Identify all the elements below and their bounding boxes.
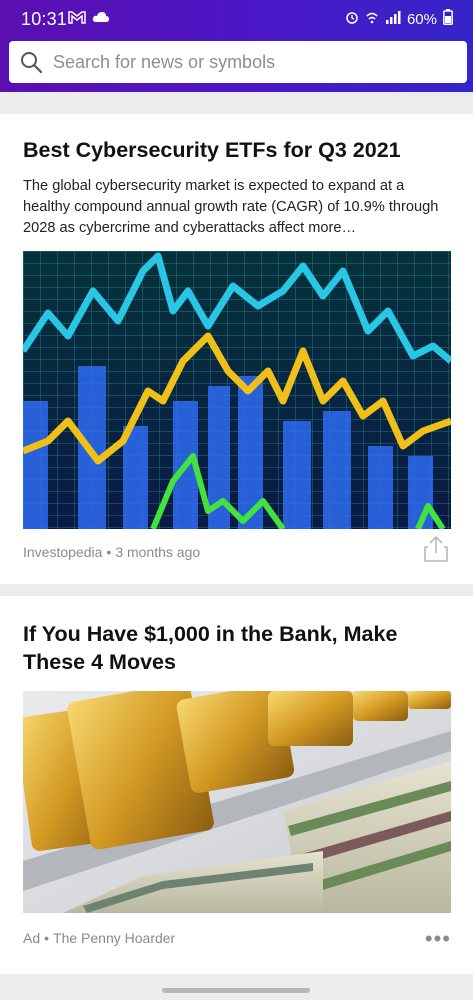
ad-source: The Penny Hoarder	[53, 930, 176, 946]
meta-separator: •	[44, 930, 50, 946]
meta-separator: •	[106, 544, 112, 560]
feed-top-gap	[0, 92, 473, 114]
more-options-icon[interactable]: •••	[425, 928, 451, 950]
article-time: 3 months ago	[115, 544, 201, 560]
search-icon	[21, 52, 43, 74]
search-input[interactable]: Search for news or symbols	[53, 52, 275, 73]
article-thumbnail[interactable]	[23, 251, 451, 529]
article-source: Investopedia	[23, 544, 103, 560]
status-time: 10:31	[21, 9, 68, 29]
gmail-icon	[68, 10, 86, 29]
battery-icon	[443, 9, 453, 29]
ad-meta: Ad • The Penny Hoarder	[23, 930, 175, 946]
ad-card[interactable]: If You Have $1,000 in the Bank, Make The…	[0, 596, 473, 974]
cloud-icon	[92, 10, 110, 29]
ad-thumbnail[interactable]	[23, 691, 451, 913]
article-meta: Investopedia • 3 months ago	[23, 544, 200, 560]
signal-icon	[385, 10, 401, 28]
system-nav-bar	[0, 974, 473, 1000]
article-summary[interactable]: The global cybersecurity market is expec…	[23, 176, 451, 239]
alarm-icon	[345, 10, 359, 28]
app-header: 10:31 60% Search for news or symbols	[0, 0, 473, 92]
home-gesture-handle[interactable]	[162, 988, 310, 993]
news-card[interactable]: Best Cybersecurity ETFs for Q3 2021 The …	[0, 114, 473, 584]
ad-title[interactable]: If You Have $1,000 in the Bank, Make The…	[23, 620, 451, 676]
wifi-icon	[365, 10, 379, 28]
ad-label: Ad	[23, 930, 41, 946]
search-bar[interactable]: Search for news or symbols	[9, 41, 467, 83]
status-bar: 10:31 60%	[0, 0, 473, 38]
battery-percent: 60%	[406, 10, 437, 28]
share-icon[interactable]	[423, 535, 449, 563]
article-title[interactable]: Best Cybersecurity ETFs for Q3 2021	[23, 136, 451, 164]
